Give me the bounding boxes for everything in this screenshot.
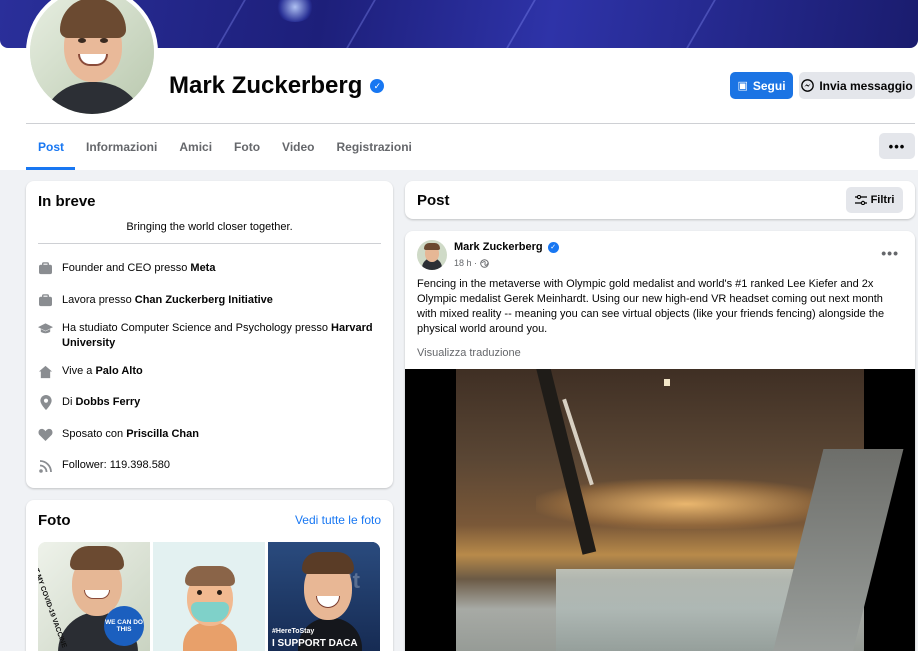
tab-amici[interactable]: Amici (168, 124, 223, 170)
posts-title: Post (417, 192, 450, 209)
intro-item-text: Founder and CEO presso (62, 262, 191, 274)
intro-item-text: Sposato con (62, 428, 127, 440)
location-pin-icon (38, 395, 53, 410)
profile-avatar[interactable] (26, 0, 158, 118)
intro-item-work-czi: Lavora presso Chan Zuckerberg Initiative (38, 293, 383, 308)
intro-item-lives: Vive a Palo Alto (38, 364, 383, 379)
intro-bio: Bringing the world closer together. (126, 221, 293, 233)
intro-item-link[interactable]: Palo Alto (95, 365, 142, 377)
tab-post[interactable]: Post (26, 124, 76, 170)
profile-tabs: Post Informazioni Amici Foto Video Regis… (26, 124, 423, 170)
tab-foto[interactable]: Foto (223, 124, 271, 170)
home-icon (38, 364, 53, 379)
follower-count[interactable]: 119.398.580 (110, 459, 170, 471)
intro-item-text: Follower: (62, 459, 110, 471)
intro-item-relationship: Sposato con Priscilla Chan (38, 427, 383, 442)
send-message-button[interactable]: Invia messaggio (799, 72, 915, 99)
tab-video[interactable]: Video (271, 124, 325, 170)
intro-item-link[interactable]: Dobbs Ferry (75, 396, 140, 408)
post-card: Mark Zuckerberg ✓ 18 h · ••• Fencing in … (405, 231, 915, 651)
posts-header-card: Post Filtri (405, 181, 915, 219)
tab-registrazioni[interactable]: Registrazioni (326, 124, 423, 170)
follow-icon: ▣ (737, 80, 748, 92)
filter-button[interactable]: Filtri (846, 187, 903, 213)
profile-header: Mark Zuckerberg ✓ ▣ Segui Invia messaggi… (0, 0, 918, 170)
post-options-button[interactable]: ••• (881, 245, 899, 261)
profile-name: Mark Zuckerberg ✓ (169, 72, 385, 100)
verified-badge-icon: ✓ (370, 79, 385, 93)
intro-divider (38, 243, 381, 244)
intro-item-work-meta: Founder and CEO presso Meta (38, 261, 383, 276)
post-author-avatar[interactable] (417, 240, 447, 270)
daca-caption: I SUPPORT DACA (272, 638, 358, 649)
intro-item-link[interactable]: Meta (190, 262, 215, 274)
photo-thumbnail-2[interactable] (153, 542, 265, 651)
post-time-text[interactable]: 18 h · (454, 258, 477, 268)
intro-item-text: Vive a (62, 365, 96, 377)
intro-item-from: Di Dobbs Ferry (38, 395, 383, 410)
post-author-name[interactable]: Mark Zuckerberg (454, 241, 543, 253)
messenger-icon (801, 79, 815, 92)
photo-thumbnail-1[interactable]: I GOT MY COVID-19 VACCINE WE CAN DO THIS (38, 542, 150, 651)
graduation-cap-icon (38, 321, 53, 336)
post-video[interactable] (405, 369, 915, 651)
intro-item-text: Lavora presso (62, 294, 135, 306)
profile-name-text: Mark Zuckerberg (169, 72, 363, 99)
see-all-photos-link[interactable]: Vedi tutte le foto (295, 513, 381, 527)
vaccine-badge: WE CAN DO THIS (104, 606, 144, 646)
intro-item-text: Di (62, 396, 76, 408)
photos-title: Foto (38, 512, 71, 529)
globe-icon (480, 258, 489, 268)
intro-item-followers: Follower: 119.398.580 (38, 458, 383, 473)
heart-icon (38, 427, 53, 442)
filter-sliders-icon (854, 195, 867, 205)
post-timestamp: 18 h · (454, 258, 489, 268)
follow-label: Segui (752, 78, 786, 93)
post-author: Mark Zuckerberg ✓ (454, 241, 559, 253)
see-translation-link[interactable]: Visualizza traduzione (417, 347, 521, 359)
briefcase-icon (38, 261, 53, 276)
photo-thumbnail-3[interactable]: St #HereToStay I SUPPORT DACA (268, 542, 380, 651)
follow-button[interactable]: ▣ Segui (730, 72, 793, 99)
intro-title: In breve (38, 193, 96, 210)
daca-tag: #HereToStay (272, 628, 315, 635)
briefcase-icon (38, 293, 53, 308)
intro-item-text: Ha studiato Computer Science and Psychol… (62, 322, 332, 334)
more-options-button[interactable]: ••• (879, 133, 915, 159)
intro-item-education: Ha studiato Computer Science and Psychol… (38, 321, 383, 351)
tab-informazioni[interactable]: Informazioni (75, 124, 168, 170)
verified-badge-icon: ✓ (547, 241, 559, 253)
intro-item-link[interactable]: Priscilla Chan (126, 428, 199, 440)
send-message-label: Invia messaggio (819, 78, 913, 93)
intro-item-link[interactable]: Chan Zuckerberg Initiative (135, 294, 273, 306)
intro-card: In breve Bringing the world closer toget… (26, 181, 393, 488)
filter-label: Filtri (870, 194, 895, 206)
photos-card: Foto Vedi tutte le foto I GOT MY COVID-1… (26, 500, 393, 651)
rss-icon (38, 458, 53, 473)
post-text: Fencing in the metaverse with Olympic go… (417, 278, 885, 335)
